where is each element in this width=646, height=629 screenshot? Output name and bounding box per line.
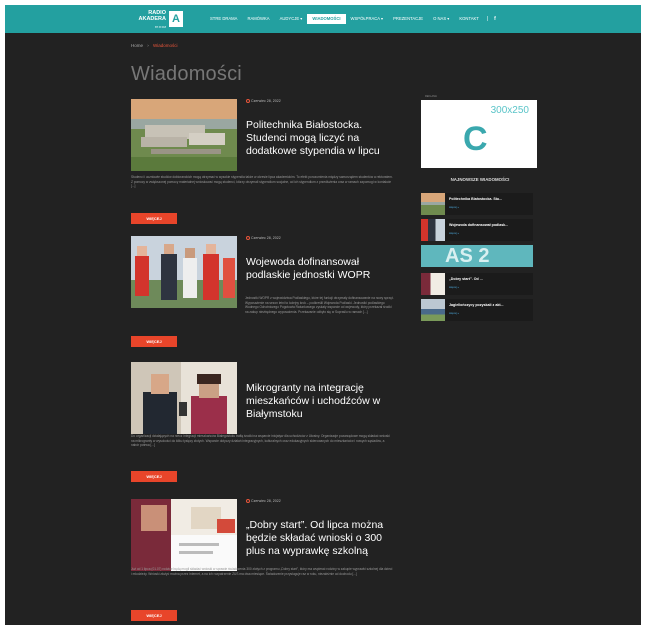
- latest-news-title: „Dobry start”. Od ...: [449, 277, 483, 281]
- article-thumbnail-press[interactable]: [131, 362, 237, 434]
- nav-separator: |: [486, 16, 489, 22]
- page-frame: RADIO AKADERA 87.8 FM A STRE DRAMA RAMÓW…: [5, 5, 641, 625]
- latest-news-thumbnail: [421, 299, 445, 321]
- nav-item-contact[interactable]: KONTAKT: [454, 14, 483, 24]
- latest-news-more-link[interactable]: więcej »: [449, 285, 459, 289]
- article-excerpt: Studenci i uczniowie studiów doktorancki…: [131, 175, 393, 189]
- read-more-button[interactable]: WIĘCEJ: [131, 610, 177, 621]
- main-menu: STRE DRAMA RAMÓWKA AUDYCJE ▾ WIADOMOŚCI …: [205, 14, 499, 24]
- latest-news-title: Wojewoda dofinansował podlask...: [449, 223, 509, 227]
- latest-news-item[interactable]: Jagiellończycy pozyskali z akt... więcej…: [421, 299, 533, 321]
- page-title: Wiadomości: [131, 63, 242, 85]
- latest-news-heading: NAJNOWSZE WIADOMOŚCI: [450, 177, 510, 182]
- read-more-button[interactable]: WIĘCEJ: [131, 213, 177, 224]
- nav-item-cooperation[interactable]: WSPÓŁPRACA ▾: [346, 14, 389, 24]
- latest-news-item[interactable]: „Dobry start”. Od ... więcej »: [421, 273, 533, 295]
- read-more-button[interactable]: WIĘCEJ: [131, 336, 177, 347]
- top-navigation-bar: RADIO AKADERA 87.8 FM A STRE DRAMA RAMÓW…: [5, 5, 641, 33]
- latest-news-item[interactable]: Politechnika Białostocka. Stu... więcej …: [421, 193, 533, 215]
- facebook-icon[interactable]: f: [491, 14, 499, 24]
- nav-item-streams[interactable]: STRE DRAMA: [205, 14, 242, 24]
- nav-item-schedule[interactable]: RAMÓWKA: [242, 14, 274, 24]
- article-thumbnail-school[interactable]: [131, 499, 237, 571]
- article-excerpt: Już od 1 lipca (01.07) rodzice będą mogl…: [131, 567, 393, 576]
- nav-item-presentations[interactable]: PREZENTACJE: [388, 14, 428, 24]
- promo-banner-text: AS 2: [445, 245, 490, 267]
- article-thumbnail-campus[interactable]: [131, 99, 237, 171]
- latest-news-more-link[interactable]: więcej »: [449, 231, 459, 235]
- read-more-button[interactable]: WIĘCEJ: [131, 471, 177, 482]
- logo-text: RADIO AKADERA: [138, 10, 167, 22]
- article-excerpt: Jednostki WOPR z województwa Podlaskiego…: [245, 296, 394, 314]
- article-title[interactable]: Mikrogranty na integrację mieszkańców i …: [246, 382, 396, 421]
- ad-label: REKLAMA: [425, 95, 437, 98]
- breadcrumb-separator: ›: [147, 43, 149, 48]
- latest-news-item[interactable]: Wojewoda dofinansował podlask... więcej …: [421, 219, 533, 241]
- ad-size-label: 300x250: [490, 105, 529, 116]
- article-date: Czerwiec 28, 2022: [246, 499, 281, 504]
- article-card: Czerwiec 28, 2022 Wojewoda dofinansował …: [131, 236, 396, 351]
- ad-logo-icon: C: [463, 120, 488, 158]
- latest-news-title: Politechnika Białostocka. Stu...: [449, 197, 503, 201]
- article-card: Czerwiec 28, 2022 „Dobry start”. Od lipc…: [131, 499, 393, 625]
- clock-icon: [246, 236, 250, 241]
- breadcrumb-current: Wiadomości: [153, 43, 178, 48]
- clock-icon: [246, 499, 250, 504]
- article-title[interactable]: „Dobry start”. Od lipca można będzie skł…: [246, 519, 396, 558]
- logo-mark-icon: A: [169, 11, 183, 27]
- latest-news-thumbnail: [421, 193, 445, 215]
- latest-news-thumbnail: [421, 219, 445, 241]
- article-thumbnail-wopr[interactable]: [131, 236, 237, 308]
- clock-icon: [246, 99, 250, 104]
- nav-item-about[interactable]: O NAS ▾: [428, 14, 454, 24]
- article-date: Czerwiec 28, 2022: [246, 99, 281, 104]
- latest-news-thumbnail: [421, 273, 445, 295]
- promo-banner[interactable]: AS 2: [421, 245, 533, 267]
- article-card: Mikrogranty na integrację mieszkańców i …: [131, 362, 393, 488]
- article-date: Czerwiec 28, 2022: [246, 236, 281, 241]
- latest-news-title: Jagiellończycy pozyskali z akt...: [449, 303, 504, 307]
- latest-news-more-link[interactable]: więcej »: [449, 205, 459, 209]
- ad-banner[interactable]: 300x250 C: [421, 100, 537, 168]
- article-excerpt: Do organizacji działających na rzecz int…: [131, 434, 390, 448]
- article-title[interactable]: Wojewoda dofinansował podlaskie jednostk…: [246, 256, 396, 282]
- article-card: Czerwiec 28, 2022 Politechnika Białostoc…: [131, 99, 393, 225]
- breadcrumb-home[interactable]: Home: [131, 43, 143, 48]
- article-title[interactable]: Politechnika Białostocka. Studenci mogą …: [246, 119, 396, 158]
- breadcrumb: Home › Wiadomości: [131, 43, 178, 48]
- site-logo[interactable]: RADIO AKADERA 87.8 FM A: [128, 9, 188, 31]
- nav-item-shows[interactable]: AUDYCJE ▾: [275, 14, 308, 24]
- latest-news-more-link[interactable]: więcej »: [449, 311, 459, 315]
- logo-subtext: 87.8 FM: [154, 25, 166, 29]
- nav-item-news[interactable]: WIADOMOŚCI: [307, 14, 346, 24]
